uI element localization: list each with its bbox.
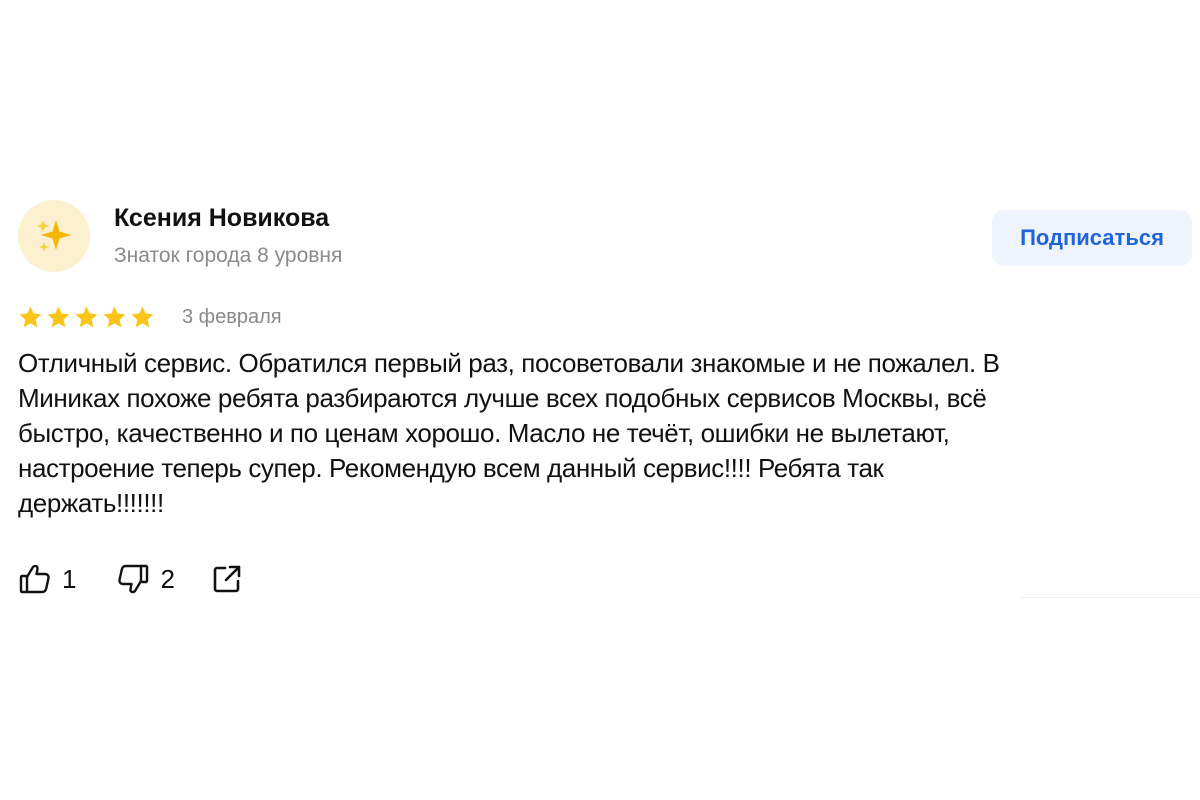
avatar[interactable]	[18, 200, 90, 272]
review-text-line: Миниках похоже ребята разбираются лучше …	[18, 383, 987, 413]
rating-stars	[18, 305, 155, 330]
review-actions: 1 2	[18, 562, 243, 596]
star-icon	[131, 306, 154, 327]
dislike-count: 2	[160, 563, 175, 594]
share-button[interactable]	[211, 563, 243, 595]
review-text-line: настроение теперь супер. Рекомендую всем…	[18, 453, 884, 483]
dislike-button[interactable]: 2	[116, 562, 175, 596]
review-text-line: Отличный сервис. Обратился первый раз, п…	[18, 348, 1000, 378]
review-date: 3 февраля	[182, 305, 282, 328]
review-text-line: держать!!!!!!!	[18, 488, 164, 518]
star-icon	[47, 306, 70, 327]
sparkles-icon	[37, 220, 71, 252]
rating-row: 3 февраля	[18, 302, 282, 332]
star-icon	[75, 306, 98, 327]
like-count: 1	[62, 563, 77, 594]
divider	[1020, 597, 1200, 598]
review-header: Ксения Новикова Знаток города 8 уровня П…	[18, 198, 1192, 276]
review-text-line: быстро, качественно и по ценам хорошо. М…	[18, 418, 950, 448]
review-text: Отличный сервис. Обратился первый раз, п…	[18, 346, 1158, 521]
star-icon	[103, 306, 126, 327]
like-button[interactable]: 1	[18, 562, 76, 596]
review-card: Ксения Новикова Знаток города 8 уровня П…	[18, 198, 1192, 594]
thumbs-up-icon	[19, 564, 50, 594]
star-icon	[19, 306, 42, 327]
subscribe-button[interactable]: Подписаться	[992, 210, 1192, 266]
author-level: Знаток города 8 уровня	[114, 244, 343, 267]
thumbs-down-icon	[118, 564, 149, 594]
share-icon	[213, 565, 241, 593]
author-name[interactable]: Ксения Новикова	[114, 204, 329, 233]
